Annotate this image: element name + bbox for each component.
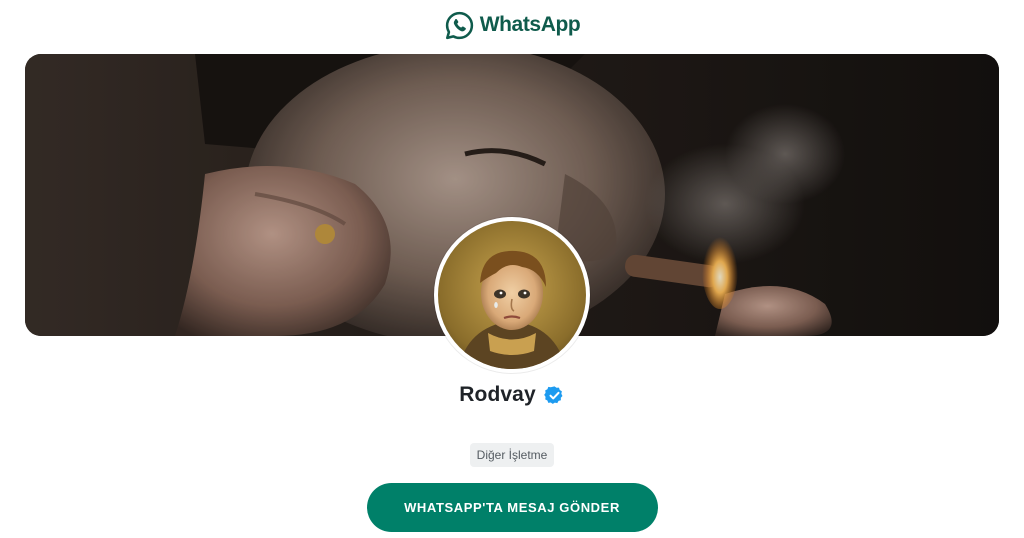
whatsapp-logo[interactable]: WhatsApp bbox=[0, 9, 1024, 41]
send-message-button[interactable]: WHATSAPP'TA MESAJ GÖNDER bbox=[366, 483, 658, 532]
category-chip: Diğer İşletme bbox=[469, 443, 555, 467]
avatar-image bbox=[438, 221, 586, 369]
business-name: Rodvay bbox=[459, 383, 536, 406]
verified-badge-icon bbox=[543, 385, 563, 404]
profile-avatar[interactable] bbox=[434, 217, 590, 373]
whatsapp-logo-icon bbox=[445, 11, 473, 39]
whatsapp-wordmark: WhatsApp bbox=[479, 13, 581, 36]
category-row: Diğer İşletme bbox=[0, 443, 1024, 467]
business-name-row: Rodvay bbox=[0, 380, 1024, 410]
cta-row: WHATSAPP'TA MESAJ GÖNDER bbox=[0, 483, 1024, 532]
